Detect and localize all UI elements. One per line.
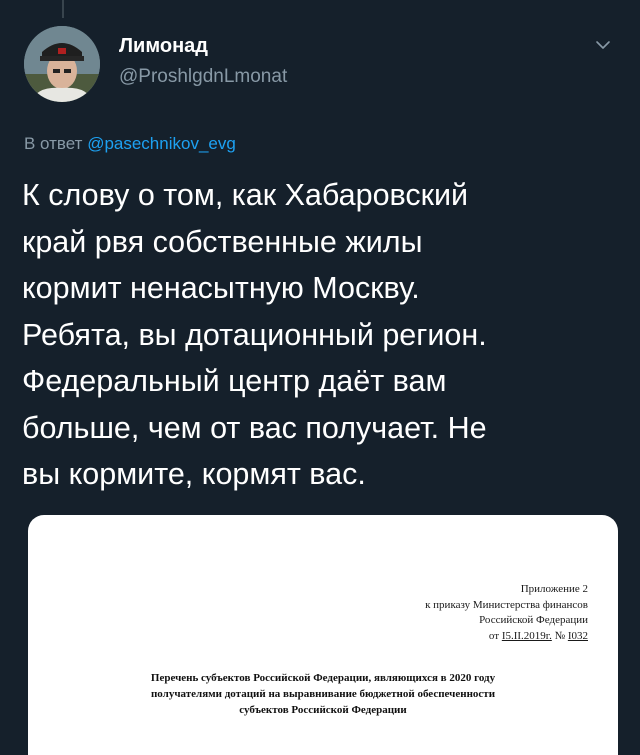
avatar[interactable]	[24, 26, 100, 102]
document-header: Приложение 2 к приказу Министерства фина…	[425, 582, 588, 644]
tweet-line: К слову о том, как Хабаровский	[22, 178, 469, 212]
attached-document-image[interactable]: Приложение 2 к приказу Министерства фина…	[28, 515, 618, 755]
document-title-line: Перечень субъектов Российской Федерации,…	[150, 672, 496, 684]
document-title-line: субъектов Российской Федерации	[239, 704, 407, 716]
tweet-line: Ребята, вы дотационный регион.	[22, 317, 487, 352]
document-number-prefix: №	[554, 629, 566, 642]
document-order-line: к приказу Министерства финансов	[425, 598, 588, 611]
tweet-line: вы кормите, кормят вас.	[22, 457, 366, 491]
document-date-line: от I5.II.2019г. № I032	[425, 629, 588, 645]
avatar-photo	[24, 26, 100, 102]
reply-context: В ответ @pasechnikov_evg	[24, 134, 236, 154]
thread-connector-line	[62, 0, 64, 18]
document-country: Российской Федерации	[479, 614, 588, 626]
document-title-line: получателями дотаций на выравнивание бюд…	[150, 688, 496, 700]
document-date: I5.II.2019г.	[501, 629, 552, 642]
document-appendix: Приложение 2	[520, 583, 588, 595]
tweet-line: кормит ненасытную Москву.	[22, 271, 420, 305]
tweet-line: край рвя собственные жилы	[22, 224, 423, 259]
user-handle[interactable]: @ProshlgdnLmonat	[119, 66, 287, 88]
document-title: Перечень субъектов Российской Федерации,…	[28, 670, 618, 718]
reply-mention-link[interactable]: @pasechnikov_evg	[87, 134, 236, 153]
tweet-text: К слову о том, как Хабаровский край рвя …	[22, 172, 622, 498]
document-from-prefix: от	[488, 629, 500, 642]
document-number: I032	[567, 629, 588, 642]
reply-prefix: В ответ	[24, 134, 83, 153]
tweet-line: Федеральный центр даёт вам	[22, 364, 447, 398]
tweet-line: больше, чем от вас получает. Не	[22, 410, 487, 445]
display-name[interactable]: Лимонад	[119, 35, 208, 58]
chevron-down-icon[interactable]	[594, 38, 612, 52]
